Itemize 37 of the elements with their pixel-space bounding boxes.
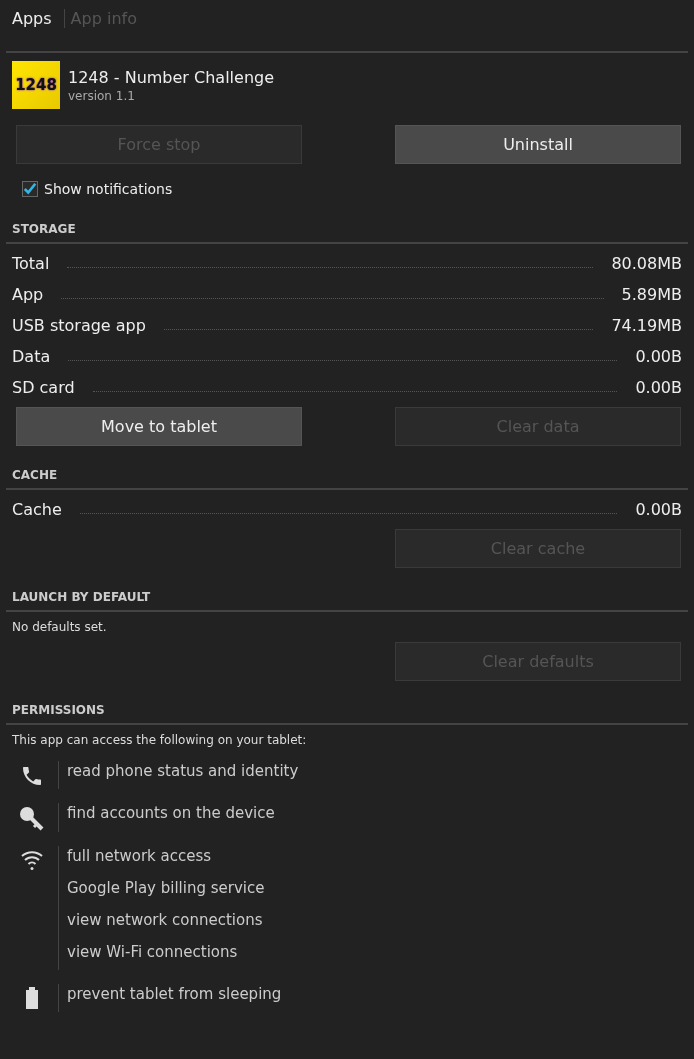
permission-item: prevent tablet from sleeping: [67, 984, 282, 1004]
permission-item: view network connections: [67, 910, 264, 930]
section-header: CACHE: [6, 468, 688, 490]
storage-label: Cache: [12, 499, 62, 521]
section-header: PERMISSIONS: [6, 703, 688, 725]
permission-item: view Wi-Fi connections: [67, 942, 239, 962]
wifi-icon: [20, 849, 44, 873]
storage-value: 0.00B: [635, 499, 682, 521]
storage-value: 0.00B: [635, 346, 682, 368]
storage-label: USB storage app: [12, 315, 146, 337]
storage-value: 0.00B: [635, 377, 682, 399]
permission-item: Google Play billing service: [67, 878, 265, 898]
section-header: LAUNCH BY DEFAULT: [6, 590, 688, 612]
permissions-intro: This app can access the following on your tablet:: [11, 732, 308, 747]
storage-value: 80.08MB: [611, 253, 682, 275]
action-button[interactable]: Move to tablet: [16, 407, 302, 446]
storage-label: SD card: [12, 377, 75, 399]
app-name: 1248 - Number Challenge: [68, 67, 274, 87]
action-button[interactable]: Uninstall: [395, 125, 681, 164]
breadcrumb-item[interactable]: Apps: [12, 8, 58, 28]
battery-icon: [25, 987, 39, 1009]
storage-value: 5.89MB: [621, 284, 682, 306]
app-version: version 1.1: [68, 88, 136, 103]
permission-item: find accounts on the device: [67, 803, 275, 823]
permission-item: full network access: [67, 846, 213, 866]
defaults-note: No defaults set.: [11, 619, 108, 634]
storage-label: Total: [12, 253, 50, 275]
checkbox[interactable]: [22, 181, 38, 197]
phone-icon: [20, 764, 44, 788]
storage-value: 74.19MB: [611, 315, 682, 337]
permission-item: read phone status and identity: [67, 761, 299, 781]
section-header: STORAGE: [6, 222, 688, 244]
app-icon: 1248: [12, 61, 60, 109]
key-icon: [19, 806, 45, 832]
storage-label: Data: [12, 346, 51, 368]
checkbox-label: Show notifications: [44, 181, 173, 197]
storage-label: App: [12, 284, 44, 306]
